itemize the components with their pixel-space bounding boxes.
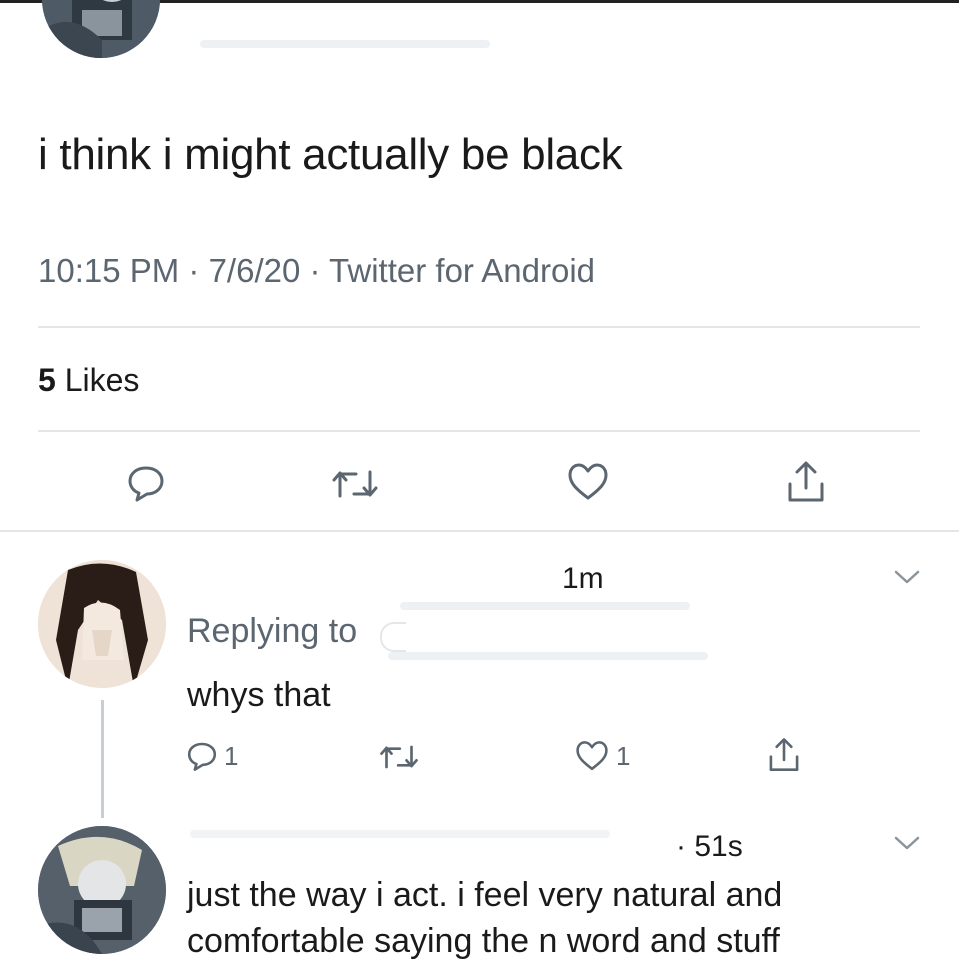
retweet-icon [380,745,418,769]
tweet-timestamp-source[interactable]: 10:15 PM · 7/6/20 · Twitter for Android [38,252,595,290]
reply-text: whys that [187,676,331,714]
reply-name-redacted [400,602,690,610]
retweet-button[interactable] [378,742,420,772]
reply-text-line2: comfortable saying the n word and stuff [187,922,780,960]
like-icon [568,463,608,500]
reply-avatar[interactable] [38,826,166,954]
author-avatar[interactable] [42,0,160,58]
reply-icon [187,742,217,771]
reply-avatar[interactable] [38,560,166,688]
replying-to-handle[interactable] [380,622,406,652]
share-button[interactable] [766,736,802,774]
replying-to-label: Replying to [187,612,358,650]
share-icon [788,461,824,502]
likes-number: 5 [38,362,56,398]
reply-name-redacted [190,830,610,838]
retweet-button[interactable] [330,466,380,502]
reply-icon [128,466,164,502]
like-count: 1 [616,740,631,771]
author-handle-redacted [200,40,490,48]
reply-count: 1 [224,740,239,771]
reply-text-line1: just the way i act. i feel very natural … [187,876,783,914]
chevron-down-icon[interactable] [892,834,922,852]
reply-timestamp[interactable]: · 51s [676,830,743,864]
like-icon [576,741,608,771]
share-icon [769,738,799,772]
retweet-icon [332,470,378,498]
reply-button[interactable]: 1 [186,740,238,772]
divider [0,530,959,532]
tweet-text: i think i might actually be black [38,130,623,179]
divider [38,326,920,328]
likes-label: Likes [64,362,140,398]
divider [38,430,920,432]
like-button[interactable] [566,462,610,502]
reply-timestamp[interactable]: 1m [562,562,604,596]
chevron-down-icon[interactable] [892,568,922,586]
share-button[interactable] [784,460,828,504]
replying-handle-redacted [388,652,708,660]
thread-line [101,700,104,818]
reply-button[interactable] [126,464,166,502]
like-button[interactable]: 1 [574,740,630,772]
likes-count[interactable]: 5 Likes [38,362,139,399]
